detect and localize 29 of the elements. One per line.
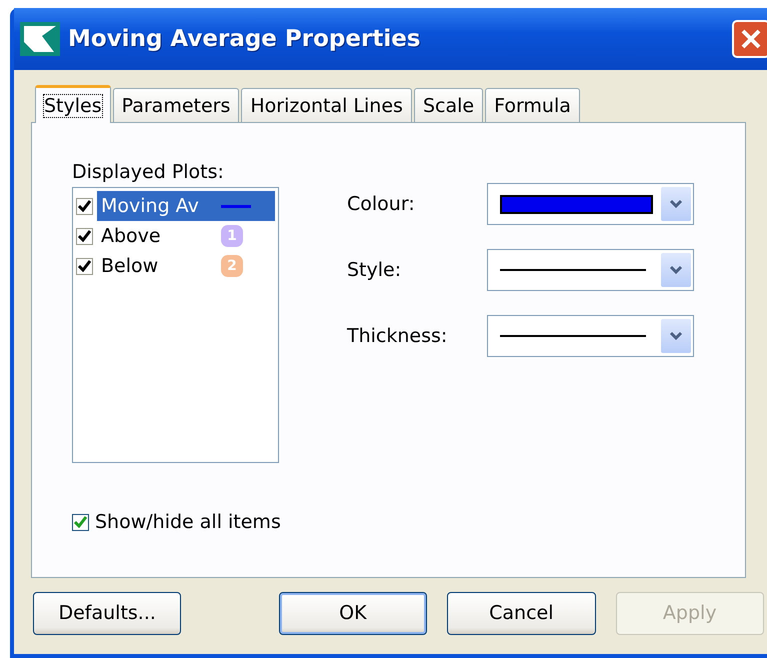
checkbox[interactable] xyxy=(76,228,93,244)
colour-dropdown[interactable] xyxy=(487,183,694,225)
tab[interactable]: Styles xyxy=(35,85,111,123)
checkbox-label: Show/hide all items xyxy=(95,511,281,533)
list-item[interactable]: Below 2 xyxy=(97,251,275,281)
line-dropdown[interactable] xyxy=(487,249,694,291)
window-title: Moving Average Properties xyxy=(68,26,422,52)
tab[interactable]: Parameters xyxy=(112,88,240,122)
number-badge: 1 xyxy=(221,225,243,247)
app-icon xyxy=(20,22,60,56)
field-label: Style: xyxy=(347,259,402,281)
dialog-button[interactable]: Cancel xyxy=(447,592,596,634)
checkbox[interactable] xyxy=(76,198,93,214)
close-icon xyxy=(740,28,762,50)
list-label: Displayed Plots: xyxy=(72,161,225,183)
close-button[interactable] xyxy=(732,20,767,58)
checkbox[interactable] xyxy=(72,514,89,530)
list-item[interactable]: Moving Av xyxy=(97,191,275,221)
line-dropdown[interactable] xyxy=(487,315,694,357)
tab[interactable]: Scale xyxy=(414,88,484,122)
field-label: Thickness: xyxy=(347,325,448,347)
dialog-button[interactable]: OK xyxy=(278,592,428,634)
list-item[interactable]: Above 1 xyxy=(97,221,275,251)
dialog-button[interactable]: Defaults... xyxy=(33,592,182,634)
checkbox[interactable] xyxy=(76,258,93,274)
number-badge: 2 xyxy=(221,255,243,277)
tab[interactable]: Formula xyxy=(485,88,580,122)
tab[interactable]: Horizontal Lines xyxy=(241,88,412,122)
field-label: Colour: xyxy=(347,193,416,215)
